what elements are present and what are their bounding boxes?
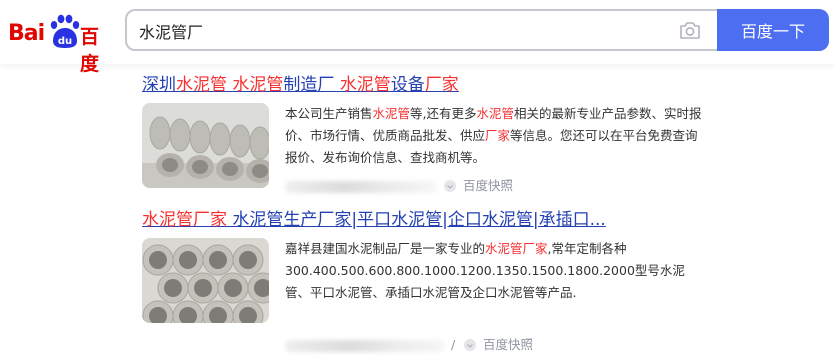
- shield-icon: [464, 339, 476, 351]
- highlighted-keyword: 水泥管厂家: [142, 210, 227, 230]
- highlighted-keyword: 厂家: [424, 75, 459, 95]
- text-segment: 嘉祥县建国水泥制品厂是一家专业的: [285, 241, 486, 256]
- highlighted-keyword: 水泥管: [476, 106, 515, 121]
- result-body: 嘉祥县建国水泥制品厂是一家专业的水泥管厂家,常年定制各种300.400.500.…: [142, 238, 702, 362]
- result-title-link[interactable]: 深圳水泥管 水泥管制造厂 水泥管设备厂家: [142, 73, 702, 97]
- search-result: 深圳水泥管 水泥管制造厂 水泥管设备厂家 本公司生产销售水泥管等,还有更多水泥管…: [142, 73, 702, 227]
- text-segment: 制造厂: [283, 75, 340, 95]
- logo-text-bai: Bai: [8, 21, 45, 46]
- highlighted-keyword: 水泥管: [339, 75, 391, 95]
- shield-icon: [444, 180, 456, 192]
- result-meta: 百度快照: [285, 177, 705, 197]
- baidu-paw-logo-icon: du: [50, 14, 80, 48]
- source-separator: /: [451, 337, 456, 352]
- concrete-pipes-image: [142, 103, 269, 188]
- logo-text-cn: 百度: [80, 26, 99, 75]
- search-box: [125, 9, 719, 51]
- result-snippet: 嘉祥县建国水泥制品厂是一家专业的水泥管厂家,常年定制各种300.400.500.…: [285, 238, 705, 304]
- text-segment: 水泥管生产厂家|平口水泥管|企口水泥管|承插口...: [227, 210, 606, 230]
- snapshot-link[interactable]: 百度快照: [483, 336, 533, 354]
- highlighted-keyword: 水泥管: [232, 75, 284, 95]
- result-source-blurred: [285, 181, 437, 193]
- logo-text-du: du: [58, 36, 72, 47]
- text-segment: 本公司生产销售: [285, 106, 373, 121]
- result-title-link[interactable]: 水泥管厂家 水泥管生产厂家|平口水泥管|企口水泥管|承插口...: [142, 208, 702, 232]
- highlighted-keyword: 水泥管: [176, 75, 227, 95]
- search-header: Bai du 百度 百度一下: [0, 0, 834, 75]
- result-thumbnail[interactable]: [142, 238, 269, 323]
- search-result: 水泥管厂家 水泥管生产厂家|平口水泥管|企口水泥管|承插口... 嘉祥县建国水泥…: [142, 208, 702, 362]
- snapshot-link[interactable]: 百度快照: [463, 177, 513, 195]
- highlighted-keyword: 水泥管: [372, 106, 411, 121]
- result-snippet: 本公司生产销售水泥管等,还有更多水泥管相关的最新专业产品参数、实时报价、市场行情…: [285, 103, 705, 169]
- highlighted-keyword: 水泥管厂家: [485, 241, 548, 256]
- result-thumbnail[interactable]: [142, 103, 269, 188]
- result-meta: / 百度快照: [285, 336, 705, 356]
- concrete-pipes-image: [142, 238, 269, 323]
- search-button[interactable]: 百度一下: [717, 9, 829, 51]
- text-segment: 等,还有更多: [410, 106, 477, 121]
- text-segment: 设备: [390, 75, 425, 95]
- text-segment: 深圳: [142, 75, 176, 95]
- baidu-logo[interactable]: Bai du 百度: [8, 12, 112, 75]
- highlighted-keyword: 厂家: [485, 128, 511, 143]
- search-input[interactable]: [139, 18, 659, 44]
- camera-icon[interactable]: [679, 20, 701, 40]
- result-source-blurred: [285, 340, 445, 352]
